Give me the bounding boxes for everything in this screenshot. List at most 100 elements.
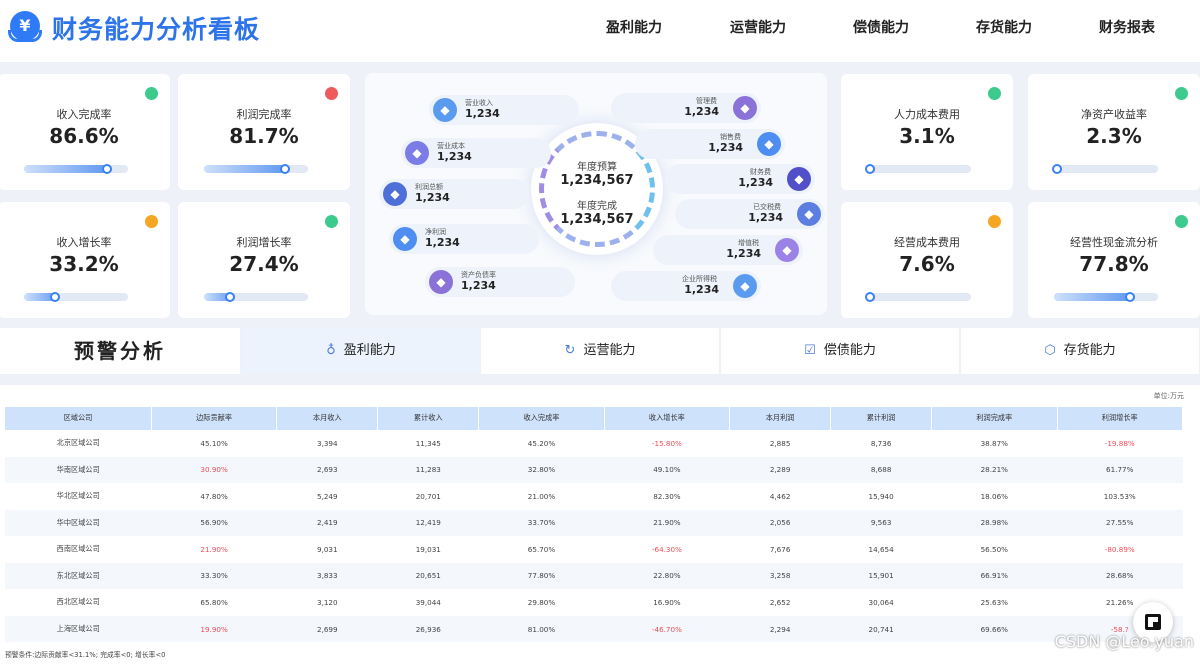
budget-value: 1,234,567: [560, 173, 634, 188]
table-cell: 39,044: [377, 588, 479, 616]
metric-label: 经营成本费用: [894, 236, 960, 249]
nav-profitability[interactable]: 盈利能力: [606, 17, 662, 37]
tab-solvency[interactable]: ☑ 偿债能力: [721, 328, 959, 374]
unit-label: 单位:万元: [1153, 392, 1184, 400]
table-cell: 30,064: [830, 588, 932, 616]
table-cell: 61.77%: [1057, 456, 1183, 483]
budget-item-1[interactable]: ◆ 营业收入 1,234: [429, 95, 579, 125]
status-dot: [145, 215, 158, 228]
metric-value: 2.3%: [1086, 124, 1142, 148]
table-cell: 2,652: [729, 588, 831, 616]
metric-card[interactable]: 收入增长率 33.2%: [0, 202, 170, 318]
budget-label: 年度预算: [577, 162, 617, 173]
expense-item-2[interactable]: 销售费 1,234 ◆: [635, 129, 785, 159]
expense-item-4[interactable]: 已交税费 1,234 ◆: [675, 199, 825, 229]
progress-fill: [204, 165, 291, 173]
table-cell: 65.70%: [478, 535, 605, 563]
metric-label: 人力成本费用: [894, 108, 960, 121]
table-cell: 65.80%: [151, 588, 277, 616]
progress-fill: [1054, 293, 1136, 301]
budget-item-4[interactable]: ◆ 净利润 1,234: [389, 224, 539, 254]
table-cell: 33.70%: [478, 509, 605, 536]
metric-card[interactable]: 净资产收益率 2.3%: [1028, 74, 1200, 190]
table-cell: 9,563: [830, 509, 932, 536]
table-cell: 38.87%: [931, 429, 1058, 457]
tab-profitability[interactable]: ♁ 盈利能力: [242, 328, 480, 374]
status-dot: [1175, 215, 1188, 228]
column-header[interactable]: 利润增长率: [1057, 407, 1184, 430]
chart-icon: ◆: [393, 227, 417, 251]
table-cell: 16.90%: [604, 588, 730, 616]
metric-value: 27.4%: [229, 252, 299, 276]
column-header[interactable]: 本月利润: [729, 407, 832, 430]
table-row[interactable]: 上海区域公司 19.90% 2,699 26,936 81.00% -46.70% 2,29…: [5, 615, 1183, 642]
table-row[interactable]: 华南区域公司 30.90% 2,693 11,283 32.80% 49.10% 2,289…: [5, 456, 1183, 483]
metric-card[interactable]: 人力成本费用 3.1%: [841, 74, 1013, 190]
money-bag-icon: ◆: [433, 98, 457, 122]
metric-card[interactable]: 经营性现金流分析 77.8%: [1028, 202, 1200, 318]
metric-value: 77.8%: [1079, 252, 1149, 276]
safe-icon: ◆: [787, 167, 811, 191]
metric-card[interactable]: 利润完成率 81.7%: [178, 74, 350, 190]
table-cell: 21.00%: [478, 482, 605, 510]
table-cell: 29.80%: [478, 588, 605, 616]
expense-item-1[interactable]: 管理费 1,234 ◆: [611, 93, 761, 123]
table-cell: 69.66%: [931, 615, 1058, 642]
watermark: CSDN @Leo.yuan: [1054, 632, 1194, 651]
table-cell: 32.80%: [478, 456, 605, 483]
metric-card[interactable]: 利润增长率 27.4%: [178, 202, 350, 318]
column-header[interactable]: 利润完成率: [931, 407, 1058, 430]
table-cell: 103.53%: [1057, 482, 1183, 510]
table-row[interactable]: 东北区域公司 33.30% 3,833 20,651 77.80% 22.80% 3,258…: [5, 562, 1183, 589]
metric-label: 利润完成率: [236, 108, 292, 121]
metric-value: 7.6%: [899, 252, 955, 276]
metric-value: 86.6%: [49, 124, 119, 148]
column-header[interactable]: 本月收入: [276, 407, 379, 430]
budget-item-value: 1,234: [415, 191, 450, 204]
table-row[interactable]: 华北区域公司 47.80% 5,249 20,701 21.00% 82.30% 4,462…: [5, 482, 1183, 510]
table-row[interactable]: 北京区域公司 45.10% 3,394 11,345 45.20% -15.80% 2,88…: [5, 429, 1183, 457]
column-header[interactable]: 收入增长率: [604, 407, 731, 430]
table-cell: 77.80%: [478, 562, 605, 589]
column-header[interactable]: 收入完成率: [478, 407, 605, 430]
tab-inventory[interactable]: ⬡ 存货能力: [961, 328, 1199, 374]
table-cell: 3,120: [276, 588, 378, 616]
column-header[interactable]: 区域公司: [5, 407, 152, 430]
coins-icon: ◆: [775, 238, 799, 262]
budget-item-2[interactable]: ◆ 营业成本 1,234: [401, 138, 551, 168]
progress-bar: [24, 292, 128, 302]
metric-card[interactable]: 收入完成率 86.6%: [0, 74, 170, 190]
progress-knob: [1052, 164, 1062, 174]
expense-item-6[interactable]: 企业所得税 1,234 ◆: [611, 271, 761, 301]
expense-item-3[interactable]: 财务费 1,234 ◆: [665, 164, 815, 194]
metric-value: 3.1%: [899, 124, 955, 148]
nav-inventory[interactable]: 存货能力: [976, 17, 1032, 37]
column-header[interactable]: 边际贡献率: [151, 407, 278, 430]
column-header[interactable]: 累计收入: [377, 407, 480, 430]
table-row[interactable]: 西南区域公司 21.90% 9,031 19,031 65.70% -64.30% 7,67…: [5, 535, 1183, 563]
tab-operations[interactable]: ↻ 运营能力: [481, 328, 719, 374]
column-header[interactable]: 累计利润: [830, 407, 933, 430]
tab-label: 盈利能力: [343, 343, 396, 358]
table-cell: 27.55%: [1057, 509, 1183, 536]
expense-item-5[interactable]: 增值税 1,234 ◆: [653, 235, 803, 265]
table-cell: 49.10%: [604, 456, 730, 483]
stamp-icon: ◆: [797, 202, 821, 226]
table-cell: 21.90%: [604, 509, 730, 536]
nav-operations[interactable]: 运营能力: [730, 17, 786, 37]
table-row[interactable]: 华中区域公司 56.90% 2,419 12,419 33.70% 21.90% 2,056…: [5, 509, 1183, 536]
status-dot: [145, 87, 158, 100]
table-row[interactable]: 西北区域公司 65.80% 3,120 39,044 29.80% 16.90% 2,652…: [5, 588, 1183, 616]
table-cell: -19.88%: [1057, 429, 1183, 457]
nav-solvency[interactable]: 偿债能力: [853, 17, 909, 37]
progress-knob: [865, 164, 875, 174]
metric-card[interactable]: 经营成本费用 7.6%: [841, 202, 1013, 318]
progress-fill: [24, 165, 113, 173]
budget-item-3[interactable]: ◆ 利润总额 1,234: [379, 179, 529, 209]
budget-item-value: 1,234: [461, 279, 496, 292]
table-cell: -15.80%: [604, 429, 730, 457]
progress-bar: [24, 164, 128, 174]
nav-financial-reports[interactable]: 财务报表: [1099, 17, 1155, 37]
budget-item-5[interactable]: ◆ 资产负债率 1,234: [425, 267, 575, 297]
table-cell: -46.70%: [604, 615, 730, 642]
